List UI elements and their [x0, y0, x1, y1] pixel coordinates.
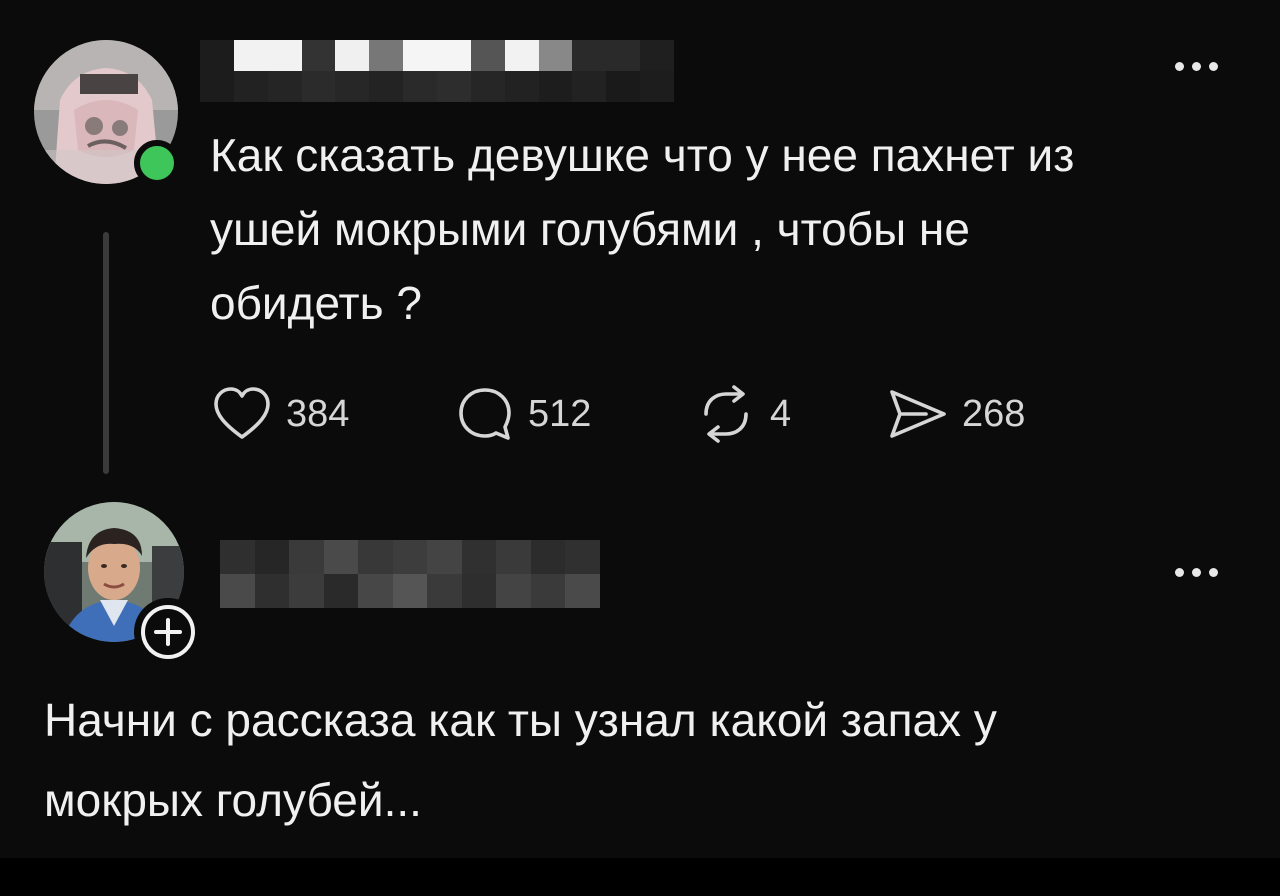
post-action-bar: 384 512 4 268: [212, 384, 1112, 444]
post-more-button[interactable]: [1166, 54, 1226, 78]
reply-username-censored[interactable]: [220, 540, 601, 608]
bottom-bar: [0, 858, 1280, 896]
reply-text: Начни с рассказа как ты узнал какой запа…: [44, 680, 1224, 840]
reply-text-line: мокрых голубей...: [44, 774, 422, 826]
repost-count: 4: [770, 392, 792, 435]
share-count: 268: [962, 392, 1026, 435]
repost-arrows-icon: [704, 385, 748, 443]
author-username-censored[interactable]: [200, 40, 675, 102]
more-dots-icon: [1174, 61, 1184, 71]
share-button[interactable]: 268: [886, 384, 1025, 444]
speech-bubble-icon: [459, 388, 511, 440]
post-text: Как сказать девушке что у нее пахнет из …: [210, 118, 1250, 340]
post-text-line: ушей мокрыми голубями , чтобы не: [210, 203, 970, 255]
online-status-dot: [134, 140, 180, 186]
reply-text-line: Начни с рассказа как ты узнал какой запа…: [44, 694, 997, 746]
thread-connector-line: [103, 232, 109, 474]
thread-screen: Как сказать девушке что у нее пахнет из …: [0, 0, 1280, 858]
repost-button[interactable]: 4: [696, 384, 791, 444]
like-button[interactable]: 384: [212, 384, 349, 444]
post-text-line: Как сказать девушке что у нее пахнет из: [210, 129, 1075, 181]
reply-more-button[interactable]: [1166, 560, 1226, 584]
comment-count: 512: [528, 392, 592, 435]
plus-icon: [154, 618, 182, 646]
comment-button[interactable]: 512: [456, 384, 591, 444]
like-count: 384: [286, 392, 350, 435]
post-text-line: обидеть ?: [210, 277, 422, 329]
heart-icon: [214, 387, 270, 439]
follow-button[interactable]: [134, 598, 202, 666]
send-arrow-icon: [890, 390, 946, 438]
more-dots-icon: [1174, 567, 1184, 577]
